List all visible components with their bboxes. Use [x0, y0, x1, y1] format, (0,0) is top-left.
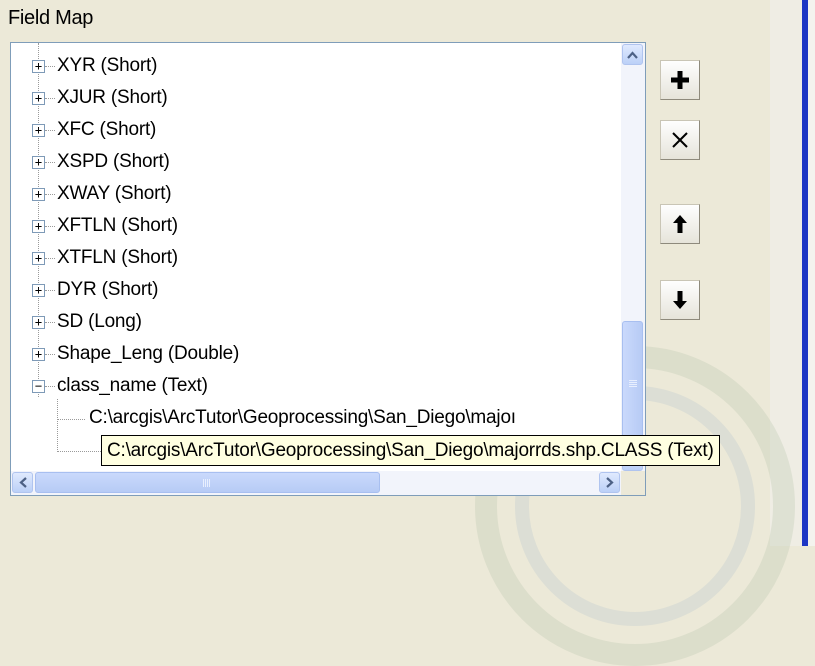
- tree-connector: [45, 98, 55, 99]
- tree-item-sd[interactable]: + SD (Long): [11, 307, 611, 339]
- expand-icon[interactable]: +: [32, 348, 45, 361]
- tree-item-xfc[interactable]: + XFC (Short): [11, 115, 611, 147]
- tree-item-label: XWAY (Short): [57, 183, 172, 204]
- tree-item-shape-leng[interactable]: + Shape_Leng (Double): [11, 339, 611, 371]
- move-up-button[interactable]: [660, 204, 700, 244]
- tree-item-class-name[interactable]: − class_name (Text): [11, 371, 611, 403]
- tree-connector: [45, 66, 55, 67]
- tree-item-label: DYR (Short): [57, 279, 159, 300]
- horizontal-scroll-thumb[interactable]: [35, 472, 380, 493]
- tree-connector: [45, 162, 55, 163]
- collapse-icon[interactable]: −: [32, 380, 45, 393]
- tree-item-label: XFC (Short): [57, 119, 157, 140]
- window-edge: [808, 0, 815, 546]
- add-field-button[interactable]: [660, 60, 700, 100]
- tree-item-dyr[interactable]: + DYR (Short): [11, 275, 611, 307]
- scroll-corner: [621, 471, 645, 495]
- chevron-up-icon: [627, 50, 638, 59]
- scroll-right-button[interactable]: [599, 472, 620, 493]
- vertical-scroll-thumb[interactable]: [622, 321, 643, 446]
- tree-item-label: SD (Long): [57, 311, 142, 332]
- tree-connector: [45, 386, 55, 387]
- expand-icon[interactable]: +: [32, 124, 45, 137]
- scroll-up-button[interactable]: [622, 44, 643, 65]
- expand-icon[interactable]: +: [32, 92, 45, 105]
- tree-connector: [45, 130, 55, 131]
- tree-child-label: C:\arcgis\ArcTutor\Geoprocessing\San_Die…: [89, 407, 516, 428]
- tree-connector: [45, 258, 55, 259]
- move-down-button[interactable]: [660, 280, 700, 320]
- delete-icon: [672, 132, 688, 148]
- expand-icon[interactable]: +: [32, 156, 45, 169]
- expand-icon[interactable]: +: [32, 252, 45, 265]
- tree-item-xtfln[interactable]: + XTFLN (Short): [11, 243, 611, 275]
- tree-item-label: class_name (Text): [57, 375, 208, 396]
- tree-item-xftln[interactable]: + XFTLN (Short): [11, 211, 611, 243]
- expand-icon[interactable]: +: [32, 188, 45, 201]
- scroll-left-button[interactable]: [12, 472, 33, 493]
- tree-child-item[interactable]: C:\arcgis\ArcTutor\Geoprocessing\San_Die…: [11, 403, 611, 435]
- chevron-left-icon: [18, 477, 27, 488]
- vertical-scrollbar[interactable]: [621, 43, 645, 472]
- chevron-right-icon: [605, 477, 614, 488]
- tree-item-xspd[interactable]: + XSPD (Short): [11, 147, 611, 179]
- tree-item-label: XJUR (Short): [57, 87, 168, 108]
- expand-icon[interactable]: +: [32, 316, 45, 329]
- tree-item-xway[interactable]: + XWAY (Short): [11, 179, 611, 211]
- tree-item-label: XTFLN (Short): [57, 247, 178, 268]
- tree-connector: [45, 226, 55, 227]
- expand-icon[interactable]: +: [32, 60, 45, 73]
- tree-connector: [45, 194, 55, 195]
- tree-connector: [45, 354, 55, 355]
- tree-connector: [57, 451, 101, 452]
- arrow-down-icon: [673, 291, 687, 309]
- tree-item-label: XFTLN (Short): [57, 215, 178, 236]
- horizontal-scrollbar[interactable]: [11, 471, 622, 495]
- field-map-title: Field Map: [8, 7, 94, 29]
- expand-icon[interactable]: +: [32, 220, 45, 233]
- path-tooltip: C:\arcgis\ArcTutor\Geoprocessing\San_Die…: [101, 435, 720, 466]
- tree-item-xjur[interactable]: + XJUR (Short): [11, 83, 611, 115]
- tree-item-label: XSPD (Short): [57, 151, 170, 172]
- tree-connector: [45, 322, 55, 323]
- tree-item-label: Shape_Leng (Double): [57, 343, 240, 364]
- tree-content: + XYR (Short) + XJUR (Short) + XFC (Shor…: [11, 43, 720, 472]
- tree-connector: [45, 290, 55, 291]
- add-icon: [671, 71, 689, 89]
- tree-item-xyr[interactable]: + XYR (Short): [11, 51, 611, 83]
- tree-item-label: XYR (Short): [57, 55, 158, 76]
- expand-icon[interactable]: +: [32, 284, 45, 297]
- arrow-up-icon: [673, 215, 687, 233]
- delete-field-button[interactable]: [660, 120, 700, 160]
- field-map-tree[interactable]: + XYR (Short) + XJUR (Short) + XFC (Shor…: [10, 42, 720, 496]
